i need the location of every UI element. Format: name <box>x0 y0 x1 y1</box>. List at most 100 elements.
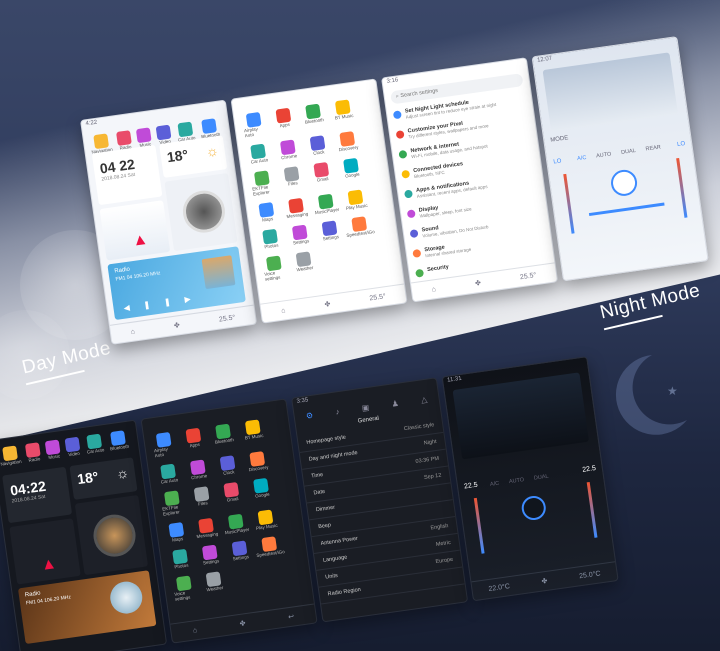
app-item[interactable]: Speedtest/iGo <box>346 216 375 238</box>
gear-icon[interactable]: ⚙ <box>305 411 313 421</box>
home-icon[interactable]: ⌂ <box>281 307 286 315</box>
app-item[interactable]: Google <box>249 477 274 504</box>
app-label: MusicPlayer <box>224 526 250 536</box>
ac-button[interactable]: A/C <box>577 155 587 162</box>
app-item[interactable]: Car Auto <box>156 463 180 485</box>
app-item[interactable]: Play Music <box>254 509 278 531</box>
app-label: Google <box>344 171 360 179</box>
settings-key: Day and night mode <box>308 449 359 463</box>
app-video[interactable]: Video <box>64 436 82 458</box>
app-item[interactable]: Settings <box>288 224 312 246</box>
warning-icon[interactable]: △ <box>421 395 428 405</box>
right-temp-slider[interactable] <box>586 481 598 538</box>
app-item[interactable]: Chrome <box>276 139 300 161</box>
back-icon[interactable]: ↩ <box>288 612 295 621</box>
app-item[interactable]: EKTFile Explorer <box>250 170 275 197</box>
app-car-auto[interactable]: Car Auto <box>85 433 105 455</box>
app-item[interactable]: Gmail <box>219 481 244 508</box>
app-item[interactable]: Google <box>339 157 364 184</box>
app-item[interactable]: Bluetooth <box>301 103 326 130</box>
app-item[interactable]: Files <box>190 486 215 513</box>
playback-controls[interactable]: ◀❚❚▶ <box>123 292 205 312</box>
app-item[interactable]: EKTFile Explorer <box>160 490 185 517</box>
app-item[interactable]: Photos <box>168 548 192 570</box>
auto-button[interactable]: AUTO <box>509 477 525 485</box>
dual-button[interactable]: DUAL <box>534 474 549 482</box>
app-item[interactable]: Weather <box>292 251 317 278</box>
left-temp-slider[interactable] <box>563 173 575 234</box>
power-button[interactable] <box>520 494 548 522</box>
settings-text: Security <box>427 264 449 273</box>
app-label: Gmail <box>316 176 329 183</box>
fan-icon[interactable]: ✤ <box>324 300 331 309</box>
app-item[interactable]: Maps <box>164 521 188 543</box>
user-icon[interactable]: ♟ <box>391 399 399 409</box>
home-icon[interactable]: ⌂ <box>193 627 198 635</box>
app-item[interactable]: BT Music <box>241 419 266 446</box>
app-item[interactable]: Weather <box>202 571 227 598</box>
display-icon[interactable]: ▣ <box>361 403 370 413</box>
app-item[interactable]: Voice settings <box>262 255 287 282</box>
app-item[interactable]: Apps <box>182 427 207 454</box>
app-item[interactable]: Settings <box>318 220 342 242</box>
app-item[interactable]: Settings <box>198 544 222 566</box>
fan-speed-slider[interactable] <box>588 202 665 217</box>
auto-button[interactable]: AUTO <box>596 151 612 159</box>
fan-icon[interactable]: ✤ <box>475 279 482 288</box>
settings-value <box>443 489 444 495</box>
app-label: Car Auto <box>160 477 179 485</box>
fan-icon[interactable]: ✤ <box>173 321 181 330</box>
app-item[interactable]: Clock <box>306 135 330 157</box>
settings-icon <box>406 209 416 219</box>
clock-widget[interactable]: 04 22 2018.08.24 Sat <box>91 144 163 206</box>
app-item[interactable]: Gmail <box>309 161 334 188</box>
fan-icon[interactable]: ✤ <box>541 577 548 586</box>
clock-widget[interactable]: 04:22 2018.08.24 Sat <box>2 466 73 524</box>
app-item[interactable]: BT Music <box>331 99 356 126</box>
app-grid: Airplay Auto Apps Bluetooth BT Music Car Aut… <box>242 99 376 282</box>
temp-readout: 25.0°C <box>578 569 601 580</box>
weather-widget[interactable]: 18° ☼ <box>159 135 228 178</box>
weather-widget[interactable]: 18° ☼ <box>69 457 138 500</box>
app-label: Video <box>68 450 81 458</box>
app-item[interactable]: Maps <box>254 201 278 223</box>
app-item[interactable]: Messaging <box>194 517 218 539</box>
rear-button[interactable]: REAR <box>645 144 661 152</box>
app-item[interactable]: Play Music <box>344 189 368 211</box>
app-music[interactable]: Music <box>44 439 62 460</box>
app-item[interactable]: Bluetooth <box>211 423 236 450</box>
ac-button[interactable]: A/C <box>490 481 500 488</box>
app-item[interactable]: Airplay Auto <box>152 431 177 458</box>
app-item[interactable]: Messaging <box>284 197 308 219</box>
app-label: MusicPlayer <box>314 206 340 216</box>
app-radio[interactable]: Radio <box>25 442 42 463</box>
right-temp-slider[interactable] <box>676 157 688 218</box>
mode-button[interactable]: MODE <box>550 135 569 143</box>
app-item[interactable]: Voice settings <box>172 575 197 602</box>
app-navigation[interactable]: Navigation <box>0 445 22 467</box>
app-item[interactable]: Airplay Auto <box>242 111 267 138</box>
app-item[interactable]: Discovery <box>335 131 359 153</box>
app-item[interactable]: MusicPlayer <box>224 513 250 536</box>
app-item[interactable]: Chrome <box>186 459 210 481</box>
app-item[interactable]: Clock <box>216 455 240 477</box>
app-bluetooth[interactable]: Bluetooth <box>108 430 129 451</box>
home-icon[interactable]: ⌂ <box>431 286 436 294</box>
app-item[interactable]: MusicPlayer <box>314 193 340 216</box>
app-item[interactable]: Settings <box>228 540 252 562</box>
dual-button[interactable]: DUAL <box>621 148 636 156</box>
app-item[interactable]: Car Auto <box>246 143 270 165</box>
settings-key: Radio Region <box>327 586 362 598</box>
app-item[interactable]: Files <box>280 166 305 193</box>
app-item[interactable]: Photos <box>258 228 282 250</box>
app-label: Chrome <box>190 473 208 481</box>
home-icon[interactable]: ⌂ <box>130 328 135 336</box>
app-item[interactable]: Apps <box>272 107 297 134</box>
fan-icon[interactable]: ✤ <box>239 619 246 628</box>
volume-icon[interactable]: ♪ <box>335 407 340 416</box>
app-item[interactable]: Speedtest/iGo <box>256 536 285 558</box>
svg-text:★: ★ <box>667 384 678 398</box>
app-item[interactable]: Discovery <box>245 451 269 473</box>
left-temp-slider[interactable] <box>473 497 485 554</box>
power-button[interactable] <box>609 168 639 198</box>
